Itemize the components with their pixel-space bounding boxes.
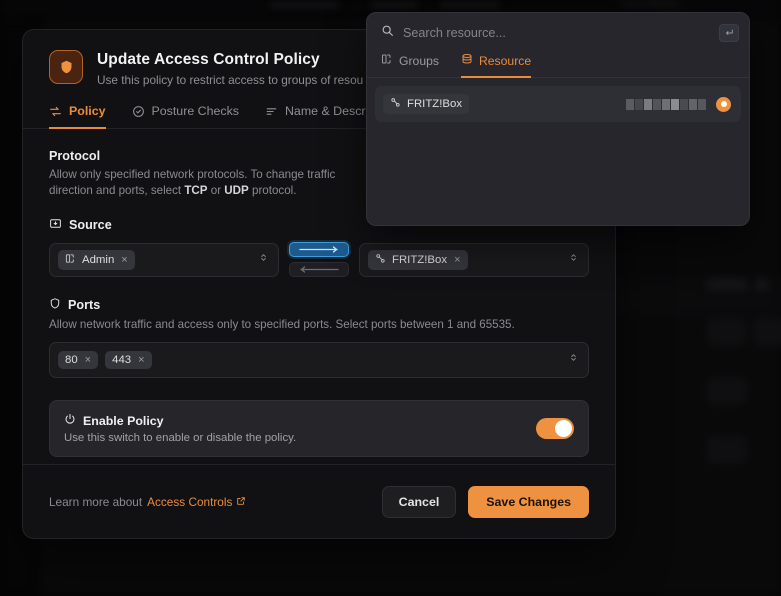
source-chip-label: Admin — [82, 253, 115, 266]
save-changes-button[interactable]: Save Changes — [468, 485, 589, 518]
group-icon — [381, 53, 393, 68]
chevron-updown-icon[interactable] — [568, 251, 579, 269]
dropdown-tab-groups[interactable]: Groups — [381, 53, 439, 78]
destination-chip-label: FRITZ!Box — [392, 253, 448, 266]
database-icon — [461, 53, 473, 68]
modal-footer: Learn more about Access Controls Cancel … — [23, 464, 615, 538]
ports-select[interactable]: 80 × 443 × — [49, 342, 589, 378]
dropdown-tabs: Groups Resource — [367, 53, 749, 78]
ports-section-title: Ports — [49, 297, 589, 313]
page-title: Update Access Control Policy — [97, 51, 320, 68]
result-chip-fritzbox: FRITZ!Box — [383, 94, 470, 114]
ports-label: Ports — [68, 298, 101, 312]
protocol-desc-part3: protocol. — [248, 184, 297, 197]
cancel-button[interactable]: Cancel — [381, 485, 457, 518]
close-icon[interactable]: × — [85, 354, 91, 366]
port-chip-label: 443 — [112, 354, 132, 366]
search-icon — [381, 24, 394, 42]
tab-posture-checks[interactable]: Posture Checks — [132, 104, 239, 129]
result-chip-label: FRITZ!Box — [407, 98, 463, 110]
destination-select[interactable]: FRITZ!Box × — [359, 242, 589, 277]
source-select[interactable]: Admin × — [49, 242, 279, 277]
port-chip[interactable]: 443 × — [105, 351, 152, 369]
ports-description: Allow network traffic and access only to… — [49, 318, 515, 331]
close-icon[interactable]: × — [138, 354, 144, 366]
dropdown-tab-resource[interactable]: Resource — [460, 53, 532, 78]
search-input[interactable] — [403, 26, 710, 40]
chevron-updown-icon[interactable] — [568, 351, 579, 369]
enable-policy-title-row: Enable Policy — [64, 413, 296, 428]
protocol-tcp: TCP — [184, 184, 208, 197]
resource-icon — [375, 253, 386, 267]
toggle-knob — [555, 420, 572, 437]
enable-policy-card: Enable Policy Use this switch to enable … — [49, 400, 589, 457]
modal-subtitle: Use this policy to restrict access to gr… — [97, 73, 364, 87]
tab-policy-label: Policy — [69, 104, 106, 118]
resource-search-dropdown: Groups Resource FRITZ!Box — [366, 12, 750, 226]
shield-icon — [49, 50, 83, 84]
list-item[interactable]: FRITZ!Box — [375, 86, 741, 122]
enter-key-icon[interactable] — [719, 24, 739, 42]
external-link-icon — [236, 495, 246, 509]
direction-toggle — [289, 242, 349, 277]
protocol-description: Allow only specified network protocols. … — [49, 167, 349, 199]
resource-icon — [390, 97, 401, 111]
tab-posture-checks-label: Posture Checks — [151, 104, 239, 118]
access-controls-link-label: Access Controls — [147, 494, 233, 509]
shield-check-icon — [132, 105, 145, 118]
tab-policy[interactable]: Policy — [49, 104, 106, 129]
learn-more-prefix: Learn more about — [49, 494, 143, 509]
redacted-address — [626, 98, 706, 110]
destination-chip-fritzbox[interactable]: FRITZ!Box × — [368, 249, 468, 270]
protocol-desc-part2: or — [207, 184, 225, 197]
dropdown-tab-resource-label: Resource — [478, 53, 532, 68]
result-radio-selected[interactable] — [716, 96, 731, 112]
dropdown-search-row — [367, 13, 749, 53]
enable-policy-toggle[interactable] — [536, 418, 574, 439]
dropdown-tab-groups-label: Groups — [399, 53, 439, 68]
close-icon[interactable]: × — [454, 254, 460, 266]
inbox-in-icon — [49, 217, 62, 233]
close-icon[interactable]: × — [121, 254, 127, 266]
enable-policy-text: Enable Policy Use this switch to enable … — [64, 413, 297, 445]
power-icon — [64, 413, 76, 428]
chevron-updown-icon[interactable] — [258, 251, 269, 269]
access-controls-link[interactable]: Access Controls — [147, 495, 246, 509]
direction-forward-button[interactable] — [289, 242, 349, 257]
enable-policy-description: Use this switch to enable or disable the… — [64, 432, 297, 444]
group-icon — [65, 253, 76, 267]
footer-buttons: Cancel Save Changes — [381, 485, 589, 518]
dropdown-results-list: FRITZ!Box — [367, 78, 749, 130]
result-row-right — [626, 96, 731, 112]
port-chip[interactable]: 80 × — [58, 351, 99, 369]
learn-more-text: Learn more about Access Controls — [49, 495, 246, 509]
modal-header-text: Update Access Control Policy Use this po… — [97, 50, 363, 88]
protocol-udp: UDP — [224, 184, 249, 197]
source-destination-row: Admin × FRITZ!Box × — [49, 242, 589, 277]
ports-section: Ports Allow network traffic and access o… — [49, 297, 589, 378]
source-label: Source — [69, 218, 112, 232]
enable-policy-label: Enable Policy — [83, 413, 164, 428]
list-icon — [265, 105, 278, 118]
shield-outline-icon — [49, 297, 61, 313]
arrows-exchange-icon — [49, 105, 62, 118]
source-chip-admin[interactable]: Admin × — [58, 249, 135, 270]
direction-backward-button[interactable] — [289, 262, 349, 277]
port-chip-label: 80 — [65, 354, 78, 366]
